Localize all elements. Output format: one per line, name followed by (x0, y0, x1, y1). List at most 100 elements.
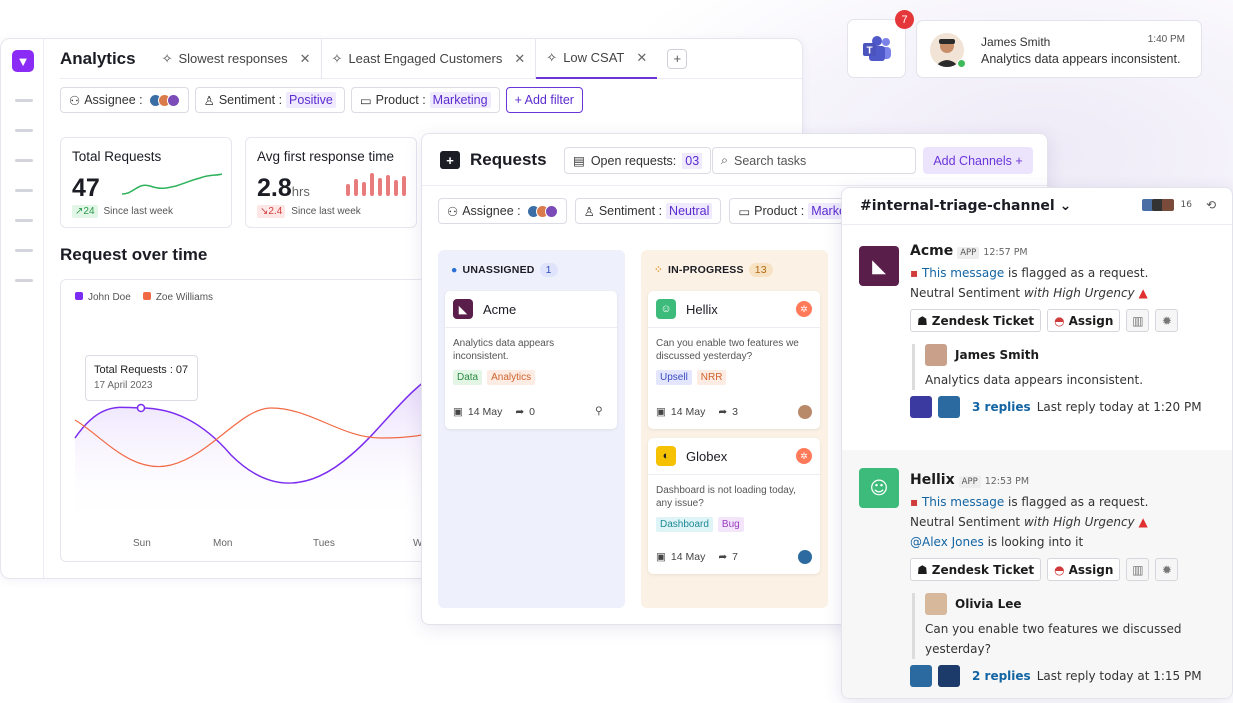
notification-toast[interactable]: James Smith 1:40 PM Analytics data appea… (916, 20, 1202, 78)
delete-button[interactable]: ▥ (1126, 558, 1150, 581)
hellix-logo-icon: ☺ (859, 468, 899, 508)
sentiment-filter[interactable]: ♙ Sentiment : Neutral (574, 198, 722, 224)
card-unit: hrs (291, 184, 310, 199)
info-icon: ● (451, 264, 458, 276)
settings-button[interactable]: ✹ (1155, 309, 1179, 332)
message-link[interactable]: This message (922, 495, 1004, 509)
task-footer: ▣ 14 May ➦ 0 ⚲ (445, 405, 617, 419)
tooltip-title: Total Requests : 07 (94, 364, 189, 376)
filter-value: Positive (286, 92, 336, 108)
quote-header: Olivia Lee (925, 593, 1232, 615)
task-company: Acme (483, 301, 517, 317)
tab-least-engaged[interactable]: ✧ Least Engaged Customers ✕ (322, 39, 537, 79)
thread-replies[interactable]: 2 replies Last reply today at 1:15 PM (910, 665, 1232, 687)
card-label: Avg first response time (257, 149, 395, 164)
sidebar-item[interactable] (15, 189, 33, 192)
assignee-filter[interactable]: ⚇ Assignee : (60, 87, 189, 113)
requests-title: + Requests (440, 150, 547, 170)
close-icon[interactable]: ✕ (514, 51, 525, 67)
delete-button[interactable]: ▥ (1126, 309, 1150, 332)
gear-icon: ✹ (1161, 562, 1172, 577)
sidebar-item[interactable] (15, 219, 33, 222)
card-value: 47 (72, 174, 100, 203)
urgency-icon: ▲ (1138, 515, 1148, 529)
task-footer: ▣ 14 May ➦ 3 (648, 405, 820, 419)
close-icon[interactable]: ✕ (636, 50, 647, 66)
add-filter-button[interactable]: + Add filter (505, 87, 583, 113)
button-label: Zendesk Ticket (931, 562, 1035, 577)
task-card[interactable]: ◐ Globex ✲ Dashboard is not loading today,… (648, 438, 820, 574)
flag-icon: ▪ (910, 495, 922, 509)
message-sender: Hellix (910, 472, 955, 488)
analytics-tabs: Analytics ✧ Slowest responses ✕ ✧ Least Eng… (60, 39, 802, 79)
sidebar-item[interactable] (15, 159, 33, 162)
task-tags: Data Analytics (445, 363, 617, 385)
filter-label: Sentiment : (598, 204, 663, 218)
sentiment-filter[interactable]: ♙ Sentiment : Positive (194, 87, 345, 113)
sidebar-item[interactable] (15, 99, 33, 102)
sidebar-item[interactable] (15, 279, 33, 282)
delta-badge: ↘2.4 (257, 205, 286, 218)
quote-header: James Smith (925, 344, 1232, 366)
assignee-filter[interactable]: ⚇ Assignee : (438, 198, 567, 224)
channel-title: #internal-triage-channel (860, 198, 1055, 214)
x-tick: Sun (133, 538, 151, 549)
reply-count[interactable]: 2 replies (972, 666, 1031, 686)
tag: Upsell (656, 370, 692, 385)
task-date: 14 May (467, 406, 503, 418)
close-icon[interactable]: ✕ (300, 51, 311, 67)
task-date: 14 May (670, 551, 706, 563)
column-count: 13 (748, 263, 773, 277)
search-input[interactable]: ⌕ Search tasks (712, 147, 916, 174)
task-card[interactable]: ◣ Acme Analytics data appears inconsisten… (445, 291, 617, 429)
column-header: ⁘ IN-PROGRESS 13 (654, 263, 773, 277)
monitor-icon: ▭ (738, 204, 751, 219)
add-channels-button[interactable]: Add Channels + (923, 147, 1033, 174)
filter-label: Sentiment : (218, 93, 283, 107)
quote-author: James Smith (955, 348, 1040, 362)
open-requests-counter[interactable]: ▤ Open requests: 03 (564, 147, 712, 174)
assign-button[interactable]: ◓ Assign (1047, 558, 1121, 581)
sidebar-item[interactable] (15, 129, 33, 132)
slack-panel: #internal-triage-channel ⌄ 16 ⟲ ◣ Acme APP… (841, 187, 1233, 699)
assign-button[interactable]: ◓ Assign (1047, 309, 1121, 332)
flag-icon: ▪ (910, 266, 922, 280)
message-link[interactable]: This message (922, 266, 1004, 280)
huddle-icon[interactable]: ⟲ (1206, 198, 1216, 212)
notification-badge: 7 (895, 10, 914, 29)
channel-members[interactable]: 16 ⟲ (1142, 198, 1216, 212)
zendesk-ticket-button[interactable]: ☗ Zendesk Ticket (910, 558, 1042, 581)
assign-user-icon[interactable]: ⚲ (595, 405, 609, 419)
share-icon: ➦ (718, 551, 728, 563)
thread-replies[interactable]: 3 replies Last reply today at 1:20 PM (910, 396, 1232, 418)
card-number: 2.8 (257, 174, 292, 202)
assign-icon: ◓ (1054, 313, 1065, 328)
tab-low-csat[interactable]: ✧ Low CSAT ✕ (536, 39, 658, 79)
reply-count[interactable]: 3 replies (972, 397, 1031, 417)
card-number: 47 (72, 174, 100, 202)
message-hellix: ☺ Hellix APP 12:53 PM ▪ This message is fl… (842, 450, 1232, 698)
zendesk-ticket-button[interactable]: ☗ Zendesk Ticket (910, 309, 1042, 332)
column-header: ● UNASSIGNED 1 (451, 263, 558, 277)
tab-slowest-responses[interactable]: ✧ Slowest responses ✕ (152, 39, 322, 79)
tag: Data (453, 370, 483, 385)
settings-button[interactable]: ✹ (1155, 558, 1179, 581)
add-tab-button[interactable]: + (667, 48, 688, 69)
quote-text: Analytics data appears inconsistent. (925, 373, 1144, 387)
filter-label: Assignee : (84, 93, 143, 107)
assignee-avatar (798, 405, 812, 419)
user-mention[interactable]: @Alex Jones (910, 535, 984, 549)
flag-line: ▪ This message is flagged as a request. (910, 492, 1232, 512)
column-unassigned: ● UNASSIGNED 1 ◣ Acme Analytics data appear… (438, 250, 625, 608)
teams-app-icon[interactable]: T (847, 19, 906, 78)
channel-name[interactable]: #internal-triage-channel ⌄ (860, 198, 1071, 214)
sidebar-item[interactable] (15, 249, 33, 252)
acme-logo-icon: ◣ (859, 246, 899, 286)
task-tags: Upsell NRR (648, 363, 820, 385)
product-filter[interactable]: ▭ Product : Marketing (350, 87, 500, 113)
monitor-icon: ▭ (359, 93, 372, 108)
app-logo-icon[interactable]: ▼ (12, 50, 34, 72)
share-icon: ➦ (718, 406, 728, 418)
analytics-filters: ⚇ Assignee : ♙ Sentiment : Positive ▭ Produc… (60, 87, 583, 113)
task-card[interactable]: ☺ Hellix ✲ Can you enable two features we … (648, 291, 820, 429)
